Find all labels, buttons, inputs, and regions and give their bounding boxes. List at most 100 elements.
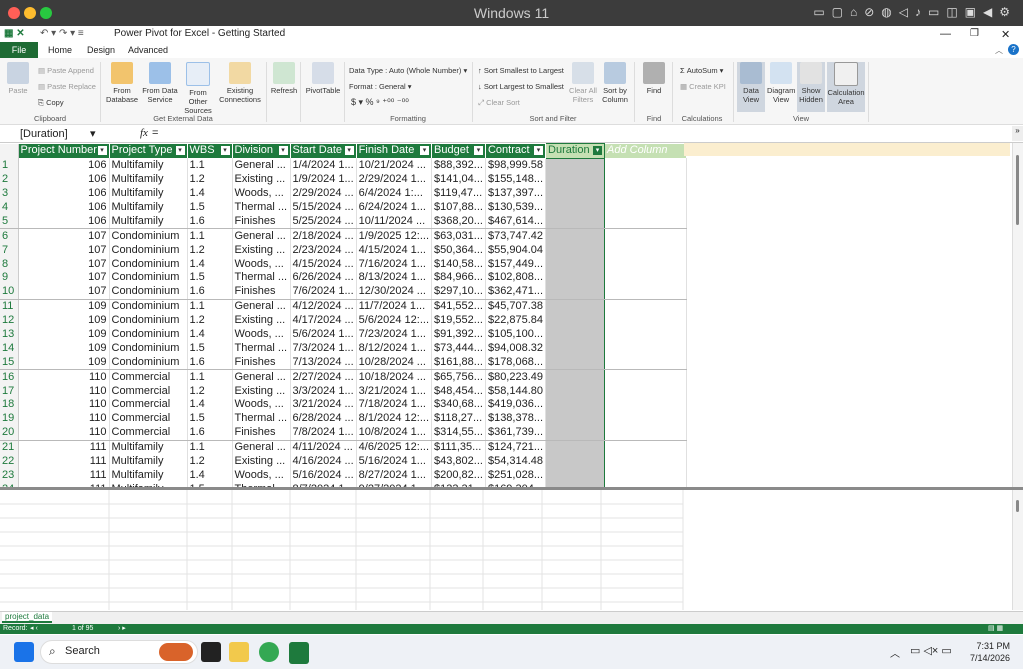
cell-add-column[interactable] [604,313,688,328]
scrollbar-thumb[interactable] [1016,155,1019,225]
cell-budget[interactable]: $314,55... [431,425,486,441]
cell-project-number[interactable]: 106 [18,186,110,201]
cell-contract[interactable]: $80,223.49 [485,369,547,385]
table-row[interactable]: 17 110 Commercial 1.2 Existing ... 3/3/2024 1… [0,384,688,399]
row-number[interactable]: 22 [0,454,19,469]
cell-duration[interactable] [545,327,606,342]
cell-wbs[interactable]: 1.2 [187,172,233,187]
cell-duration[interactable] [545,228,606,244]
table-row[interactable]: 6 107 Condominium 1.1 General ... 2/18/2024 .… [0,228,688,244]
from-data-service-button[interactable]: From Data Service [142,62,178,104]
paste-append-button[interactable]: ▤ Paste Append [38,66,94,75]
cell-start-date[interactable]: 4/12/2024 ... [290,299,357,314]
cell-budget[interactable]: $84,966... [431,271,486,285]
cell-division[interactable]: Thermal ... [232,411,291,426]
col-header-add-column[interactable]: Add Column [604,143,688,159]
cell-contract[interactable]: $251,028... [485,468,547,483]
cell-duration[interactable] [545,411,606,426]
cell-contract[interactable]: $419,036... [485,398,547,412]
cell-duration[interactable] [545,425,606,441]
row-number[interactable]: 15 [0,355,19,371]
cell-project-number[interactable]: 106 [18,214,110,230]
cell-project-number[interactable]: 111 [18,468,110,483]
cell-division[interactable]: Thermal ... [232,341,291,356]
cell-budget[interactable]: $118,27... [431,411,486,426]
cell-division[interactable]: Finishes [232,284,291,300]
cell-budget[interactable]: $368,20... [431,214,486,230]
cell-budget[interactable]: $65,756... [431,369,486,385]
table-row[interactable]: 1 106 Multifamily 1.1 General ... 1/4/2024 1.… [0,158,688,173]
cell-project-type[interactable]: Condominium [109,355,188,371]
row-number[interactable]: 6 [0,228,19,244]
paste-replace-button[interactable]: ▤ Paste Replace [38,82,96,91]
cell-start-date[interactable]: 7/3/2024 1... [290,341,357,356]
cell-add-column[interactable] [604,327,688,342]
name-box[interactable]: [Duration] [20,128,68,140]
tray-chevron-icon[interactable]: ︿ [890,645,900,660]
existing-connections-button[interactable]: Existing Connections [218,62,262,104]
cell-division[interactable]: Woods, ... [232,468,291,483]
cell-project-number[interactable]: 109 [18,355,110,371]
vertical-scrollbar[interactable] [1012,143,1023,487]
cell-duration[interactable] [545,468,606,483]
table-row[interactable]: 19 110 Commercial 1.5 Thermal ... 6/28/2024 .… [0,411,688,426]
cell-project-type[interactable]: Multifamily [109,454,188,469]
cell-project-number[interactable]: 107 [18,257,110,272]
cell-finish-date[interactable]: 4/15/2024 1... [356,243,433,258]
cell-start-date[interactable]: 2/29/2024 ... [290,186,357,201]
cell-wbs[interactable]: 1.4 [187,327,233,342]
corner-cell[interactable] [0,143,19,159]
cell-wbs[interactable]: 1.6 [187,284,233,300]
diagram-view-button[interactable]: Diagram View [767,62,795,104]
filter-dropdown-icon[interactable]: ▾ [175,146,185,156]
filter-dropdown-icon[interactable]: ▾ [97,146,107,156]
cell-budget[interactable]: $119,47... [431,186,486,201]
cell-project-type[interactable]: Multifamily [109,200,188,215]
cell-finish-date[interactable]: 6/24/2024 1... [356,200,433,215]
cell-start-date[interactable]: 7/6/2024 1... [290,284,357,300]
cell-duration[interactable] [545,454,606,469]
cell-add-column[interactable] [604,425,688,441]
row-number[interactable]: 8 [0,257,19,272]
number-format-buttons[interactable]: $ ▾ % ⁹ ⁺⁰⁰ ⁻⁰⁰ [351,97,409,108]
cell-wbs[interactable]: 1.6 [187,214,233,230]
cell-budget[interactable]: $340,68... [431,398,486,412]
table-row[interactable]: 20 110 Commercial 1.6 Finishes 7/8/2024 1... 1… [0,425,688,441]
minimize-icon[interactable]: — [940,28,951,40]
cell-project-type[interactable]: Condominium [109,243,188,258]
sort-asc-button[interactable]: ↑ Sort Smallest to Largest [478,66,564,75]
cell-add-column[interactable] [604,284,688,300]
cell-duration[interactable] [545,369,606,385]
tray-icons[interactable]: ▭ ◁× ▭ [910,644,952,657]
cell-contract[interactable]: $467,614... [485,214,547,230]
cell-duration[interactable] [545,200,606,215]
cell-division[interactable]: General ... [232,228,291,244]
cell-finish-date[interactable]: 3/21/2024 1... [356,384,433,399]
cell-budget[interactable]: $43,802... [431,454,486,469]
scrollbar-thumb[interactable] [1016,500,1019,512]
table-row[interactable]: 12 109 Condominium 1.2 Existing ... 4/17/2024… [0,313,688,328]
row-number[interactable]: 19 [0,411,19,426]
cell-contract[interactable]: $94,008.32 [485,341,547,356]
cell-project-type[interactable]: Condominium [109,271,188,285]
cell-add-column[interactable] [604,228,688,244]
cell-add-column[interactable] [604,271,688,285]
cell-contract[interactable]: $102,808... [485,271,547,285]
cell-finish-date[interactable]: 5/16/2024 1... [356,454,433,469]
cell-wbs[interactable]: 1.4 [187,186,233,201]
cell-wbs[interactable]: 1.5 [187,411,233,426]
cell-finish-date[interactable]: 7/18/2024 1... [356,398,433,412]
name-box-dropdown-icon[interactable]: ▾ [90,127,96,140]
cell-duration[interactable] [545,284,606,300]
row-number[interactable]: 4 [0,200,19,215]
row-number[interactable]: 21 [0,440,19,455]
clear-filters-button[interactable]: Clear All Filters [566,62,600,104]
cell-start-date[interactable]: 4/15/2024 ... [290,257,357,272]
cell-wbs[interactable]: 1.2 [187,313,233,328]
cell-start-date[interactable]: 2/18/2024 ... [290,228,357,244]
cell-add-column[interactable] [604,172,688,187]
clock-time[interactable]: 7:31 PM [964,641,1010,651]
cell-budget[interactable]: $73,444... [431,341,486,356]
sheet-tab-project-data[interactable]: project_data [2,612,53,623]
close-icon[interactable]: ✕ [1001,28,1010,41]
